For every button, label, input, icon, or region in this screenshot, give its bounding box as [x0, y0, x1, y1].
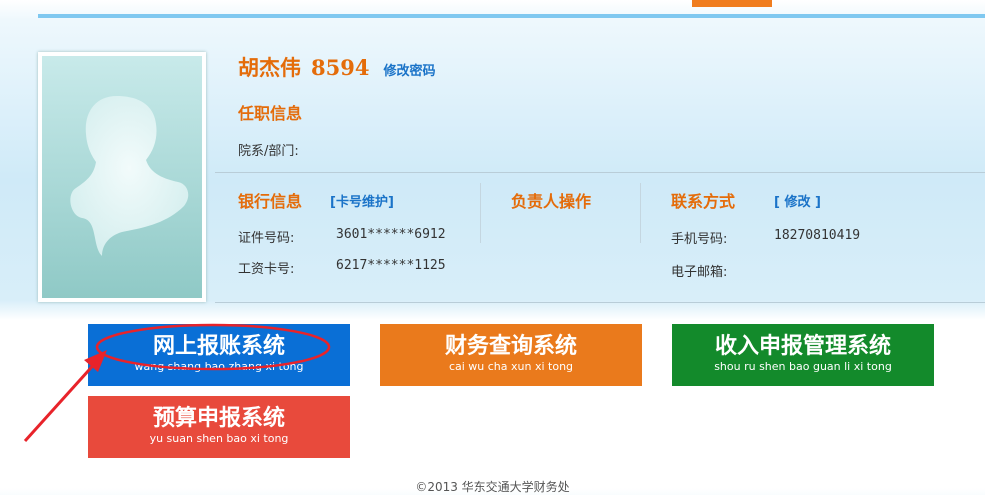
profile-bottom-divider — [215, 302, 985, 303]
column-divider — [640, 183, 641, 243]
phone-label: 手机号码: — [671, 232, 728, 247]
id-number-label: 证件号码: — [238, 231, 295, 246]
button-title: 网上报账系统 — [152, 334, 285, 359]
button-title: 预算申报系统 — [152, 406, 285, 431]
button-pinyin: yu suan shen bao xi tong — [149, 432, 289, 445]
salary-card-label: 工资卡号: — [238, 262, 295, 277]
section-divider — [215, 172, 985, 173]
button-pinyin: wang shang bao zhang xi tong — [134, 360, 304, 373]
change-password-link[interactable]: 修改密码 — [383, 60, 435, 79]
footer-copyright: ©2013 华东交通大学财务处 — [415, 480, 570, 494]
top-divider — [38, 14, 985, 18]
card-maintain-link[interactable]: [卡号维护] — [330, 191, 394, 210]
user-name: 胡杰伟 — [238, 55, 301, 80]
column-divider — [480, 183, 481, 243]
phone-value: 18270810419 — [774, 228, 861, 243]
contact-title: 联系方式 — [671, 192, 736, 211]
id-number-value: 3601******6912 — [336, 227, 446, 242]
manager-title: 负责人操作 — [511, 192, 592, 211]
button-pinyin: cai wu cha xun xi tong — [448, 360, 574, 373]
button-title: 财务查询系统 — [444, 334, 577, 359]
email-label: 电子邮箱: — [671, 265, 728, 280]
button-pinyin: shou ru shen bao guan li xi tong — [714, 360, 892, 373]
avatar — [38, 52, 206, 302]
employment-title: 任职信息 — [238, 104, 303, 123]
button-title: 收入申报管理系统 — [714, 334, 891, 359]
profile-header: 胡杰伟 8594 修改密码 — [238, 52, 435, 82]
bank-title: 银行信息 — [238, 192, 303, 211]
budget-declaration-button[interactable]: 预算申报系统 yu suan shen bao xi tong — [88, 396, 350, 458]
income-declaration-button[interactable]: 收入申报管理系统 shou ru shen bao guan li xi ton… — [672, 324, 934, 386]
online-reimbursement-button[interactable]: 网上报账系统 wang shang bao zhang xi tong — [88, 324, 350, 386]
finance-query-button[interactable]: 财务查询系统 cai wu cha xun xi tong — [380, 324, 642, 386]
department-label: 院系/部门: — [238, 144, 299, 159]
top-tab-accent — [692, 0, 772, 7]
user-id: 8594 — [311, 55, 370, 80]
contact-edit-link[interactable]: [ 修改 ] — [774, 191, 821, 210]
salary-card-value: 6217******1125 — [336, 258, 446, 273]
